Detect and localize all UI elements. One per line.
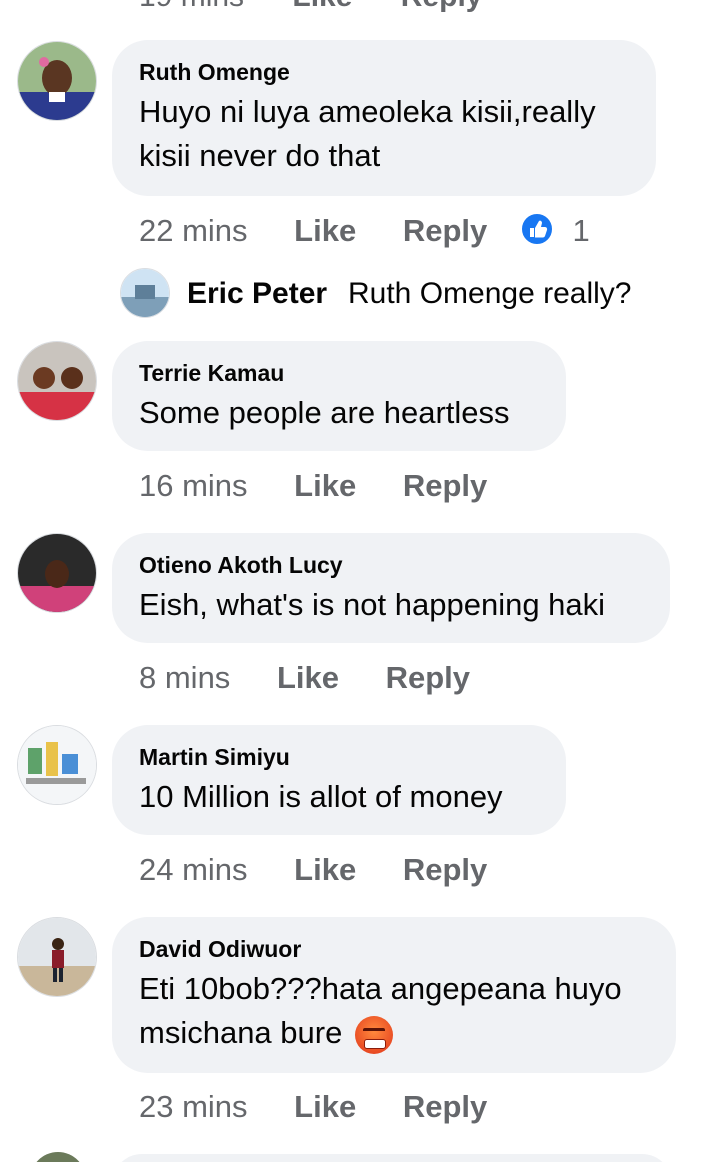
reply-button[interactable]: Reply [403, 852, 487, 887]
comment-actions: 23 mins Like Reply [139, 1089, 487, 1125]
like-button[interactable]: Like [294, 1089, 356, 1124]
like-button[interactable]: Like [277, 660, 339, 695]
previous-comment-actions: 19 mins Like Reply [139, 0, 522, 14]
comment-actions: 16 mins Like Reply [139, 468, 487, 504]
like-button[interactable]: Like [292, 0, 352, 13]
reply-avatar [120, 268, 170, 318]
comment-author[interactable]: Ruth Omenge [139, 58, 628, 86]
comment-time: 22 mins [139, 213, 248, 249]
comment-time: 24 mins [139, 852, 248, 887]
comment-text: Some people are heartless [139, 395, 510, 430]
comment-bubble[interactable]: David Odiwuor Eti 10bob???hata angepeana… [112, 917, 676, 1073]
comment-author[interactable]: Otieno Akoth Lucy [139, 551, 642, 579]
like-reaction-icon[interactable] [519, 212, 554, 254]
reply-button[interactable]: Reply [403, 213, 487, 248]
comment-actions: 24 mins Like Reply [139, 852, 487, 888]
comments-thread: 19 mins Like Reply Ruth Omenge Huyo ni l… [0, 0, 719, 1162]
reply-author[interactable]: Eric Peter [187, 277, 327, 311]
like-button[interactable]: Like [294, 468, 356, 503]
reaction-count: 1 [572, 213, 590, 249]
reply-button[interactable]: Reply [401, 0, 483, 13]
comment-bubble[interactable]: Ruth Omenge Huyo ni luya ameoleka kisii,… [112, 40, 656, 196]
comment-bubble[interactable] [112, 1154, 672, 1162]
like-button[interactable]: Like [294, 852, 356, 887]
comment-time: 16 mins [139, 468, 248, 503]
comment-time: 8 mins [139, 660, 231, 695]
comment-time: 19 mins [139, 0, 244, 13]
comment-bubble[interactable]: Otieno Akoth Lucy Eish, what's is not ha… [112, 533, 670, 643]
comment-text: 10 Million is allot of money [139, 779, 503, 814]
like-button[interactable]: Like [294, 213, 356, 248]
comment-author[interactable]: Martin Simiyu [139, 743, 538, 771]
avatar[interactable] [17, 725, 97, 805]
avatar[interactable] [30, 1152, 86, 1162]
reply-button[interactable]: Reply [403, 1089, 487, 1124]
comment-bubble[interactable]: Terrie Kamau Some people are heartless [112, 341, 566, 451]
comment-bubble[interactable]: Martin Simiyu 10 Million is allot of mon… [112, 725, 566, 835]
comment-actions: 8 mins Like Reply [139, 660, 470, 696]
comment-time: 23 mins [139, 1089, 248, 1124]
comment-author[interactable]: David Odiwuor [139, 935, 648, 963]
avatar[interactable] [17, 41, 97, 121]
angry-face-emoji [354, 1015, 393, 1054]
avatar[interactable] [17, 341, 97, 421]
avatar[interactable] [17, 917, 97, 997]
comment-author[interactable]: Terrie Kamau [139, 359, 538, 387]
reply-button[interactable]: Reply [403, 468, 487, 503]
comment-text: Eish, what's is not happening haki [139, 587, 606, 622]
reply-button[interactable]: Reply [386, 660, 470, 695]
comment-text: Huyo ni luya ameoleka kisii,really kisii… [139, 94, 596, 173]
comment-actions: 22 mins Like Reply 1 [139, 212, 590, 254]
comment-text: Eti 10bob???hata angepeana huyo msichana… [139, 967, 648, 1055]
avatar[interactable] [17, 533, 97, 613]
reply-text: Ruth Omenge really? [348, 277, 632, 310]
